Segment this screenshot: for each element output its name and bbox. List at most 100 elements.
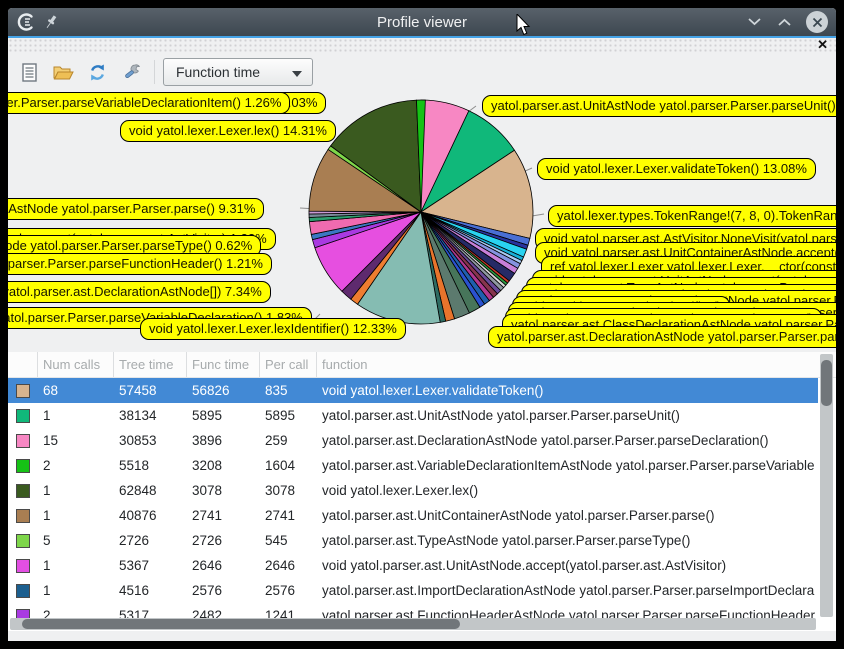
- cell-num-calls: 5: [38, 533, 114, 548]
- cell-num-calls: 68: [38, 383, 114, 398]
- row-color-swatch: [16, 434, 30, 448]
- row-color-swatch: [16, 534, 30, 548]
- table-body: 685745856826835void yatol.lexer.Lexer.va…: [8, 378, 818, 628]
- cell-per-call: 259: [260, 433, 317, 448]
- table-row[interactable]: 1451625762576yatol.parser.ast.ImportDecl…: [8, 578, 818, 603]
- row-color-swatch: [16, 484, 30, 498]
- cell-per-call: 1604: [260, 458, 317, 473]
- horizontal-scrollbar[interactable]: [10, 618, 816, 630]
- cell-function: yatol.parser.ast.ImportDeclarationAstNod…: [317, 583, 818, 598]
- open-button[interactable]: [50, 59, 76, 85]
- header-tree-time[interactable]: Tree time: [114, 352, 187, 377]
- pie-chart-area: yatol.parser.ast.DeclarationAstNode yato…: [8, 90, 836, 352]
- row-color-swatch: [16, 559, 30, 573]
- cell-func-time: 3896: [187, 433, 260, 448]
- header-function[interactable]: function: [317, 352, 836, 377]
- cell-function: void yatol.lexer.Lexer.validateToken(): [317, 383, 818, 398]
- chevron-down-icon: [292, 71, 302, 77]
- refresh-button[interactable]: [84, 59, 110, 85]
- cell-num-calls: 1: [38, 408, 114, 423]
- cell-per-call: 2741: [260, 508, 317, 523]
- cell-per-call: 5895: [260, 408, 317, 423]
- row-color-swatch: [16, 384, 30, 398]
- titlebar[interactable]: Profile viewer: [8, 8, 836, 36]
- profile-viewer-window: Profile viewer ✕: [8, 8, 836, 641]
- cell-num-calls: 1: [38, 558, 114, 573]
- cell-func-time: 5895: [187, 408, 260, 423]
- cell-num-calls: 1: [38, 583, 114, 598]
- cell-func-time: 3208: [187, 458, 260, 473]
- wrench-icon: [122, 63, 141, 82]
- cell-tree-time: 40876: [114, 508, 187, 523]
- dock-strip: ✕: [8, 38, 836, 54]
- cell-tree-time: 62848: [114, 483, 187, 498]
- cell-tree-time: 57458: [114, 383, 187, 398]
- profile-table: Num calls Tree time Func time Per call f…: [8, 352, 836, 641]
- cell-num-calls: 1: [38, 508, 114, 523]
- cell-function: void yatol.lexer.Lexer.lex(): [317, 483, 818, 498]
- pie-label: yatol.lexer.types.TokenRange!(7, 8, 0).T…: [548, 205, 836, 227]
- pie-label: void yatol.lexer.Lexer.lexIdentifier() 1…: [140, 318, 406, 340]
- pie-label: yatol.parser.ast.VariableDeclarationItem…: [8, 92, 290, 114]
- cell-func-time: 56826: [187, 383, 260, 398]
- toolbar: Function time: [8, 54, 836, 90]
- table-row[interactable]: 13813458955895yatol.parser.ast.UnitAstNo…: [8, 403, 818, 428]
- vertical-scrollbar[interactable]: [820, 354, 833, 617]
- table-row[interactable]: 1536726462646void yatol.parser.ast.UnitA…: [8, 553, 818, 578]
- window-title: Profile viewer: [8, 14, 836, 31]
- header-per-call[interactable]: Per call: [260, 352, 317, 377]
- header-color-column: [8, 352, 38, 377]
- cell-function: yatol.parser.ast.UnitContainerAstNode ya…: [317, 508, 818, 523]
- cell-function: yatol.parser.ast.DeclarationAstNode yato…: [317, 433, 818, 448]
- pie-label: yatol.parser.ast.UnitAstNode yatol.parse…: [482, 95, 836, 117]
- row-color-swatch: [16, 459, 30, 473]
- close-button[interactable]: [806, 11, 828, 33]
- cell-per-call: 2646: [260, 558, 317, 573]
- cell-tree-time: 2726: [114, 533, 187, 548]
- cell-num-calls: 15: [38, 433, 114, 448]
- report-button[interactable]: [16, 59, 42, 85]
- cell-function: void yatol.parser.ast.UnitAstNode.accept…: [317, 558, 818, 573]
- vertical-scrollbar-handle[interactable]: [821, 360, 832, 406]
- pie-label: yatol.parser.ast.DeclarationAstNode yato…: [488, 326, 836, 348]
- options-button[interactable]: [118, 59, 144, 85]
- mouse-cursor: [516, 14, 532, 38]
- cell-tree-time: 5518: [114, 458, 187, 473]
- maximize-button[interactable]: [776, 14, 792, 30]
- dock-close-icon[interactable]: ✕: [817, 37, 828, 53]
- toolbar-separator: [154, 60, 155, 84]
- minimize-button[interactable]: [746, 14, 762, 30]
- cell-per-call: 835: [260, 383, 317, 398]
- cell-tree-time: 30853: [114, 433, 187, 448]
- cell-tree-time: 5367: [114, 558, 187, 573]
- pie-label: void yatol.parser.Parser.parseDeclaratio…: [8, 281, 271, 303]
- horizontal-scrollbar-handle[interactable]: [22, 619, 460, 629]
- table-row[interactable]: 2551832081604yatol.parser.ast.VariableDe…: [8, 453, 818, 478]
- header-func-time[interactable]: Func time: [187, 352, 260, 377]
- pie-label: void yatol.lexer.Lexer.validateToken() 1…: [537, 158, 816, 180]
- table-row[interactable]: 527262726545yatol.parser.ast.TypeAstNode…: [8, 528, 818, 553]
- table-row[interactable]: 15308533896259yatol.parser.ast.Declarati…: [8, 428, 818, 453]
- pie-label: void yatol.lexer.Lexer.lex() 14.31%: [120, 120, 336, 142]
- open-folder-icon: [53, 64, 74, 81]
- cell-function: yatol.parser.ast.TypeAstNode yatol.parse…: [317, 533, 818, 548]
- cell-func-time: 2576: [187, 583, 260, 598]
- cell-tree-time: 4516: [114, 583, 187, 598]
- cell-func-time: 2741: [187, 508, 260, 523]
- row-color-swatch: [16, 409, 30, 423]
- cell-func-time: 2726: [187, 533, 260, 548]
- profile-mode-combobox[interactable]: Function time: [163, 58, 313, 86]
- window-bottom-strip: [8, 631, 836, 641]
- table-row[interactable]: 685745856826835void yatol.lexer.Lexer.va…: [8, 378, 818, 403]
- table-row[interactable]: 16284830783078void yatol.lexer.Lexer.lex…: [8, 478, 818, 503]
- pie-label: yatol.parser.ast.FunctionHeaderAstNode y…: [8, 253, 272, 275]
- report-icon: [21, 63, 38, 82]
- combobox-value: Function time: [176, 64, 260, 80]
- cell-func-time: 3078: [187, 483, 260, 498]
- header-num-calls[interactable]: Num calls: [38, 352, 114, 377]
- table-row[interactable]: 14087627412741yatol.parser.ast.UnitConta…: [8, 503, 818, 528]
- cell-num-calls: 1: [38, 483, 114, 498]
- cell-function: yatol.parser.ast.UnitAstNode yatol.parse…: [317, 408, 818, 423]
- cell-function: yatol.parser.ast.VariableDeclarationItem…: [317, 458, 818, 473]
- cell-num-calls: 2: [38, 458, 114, 473]
